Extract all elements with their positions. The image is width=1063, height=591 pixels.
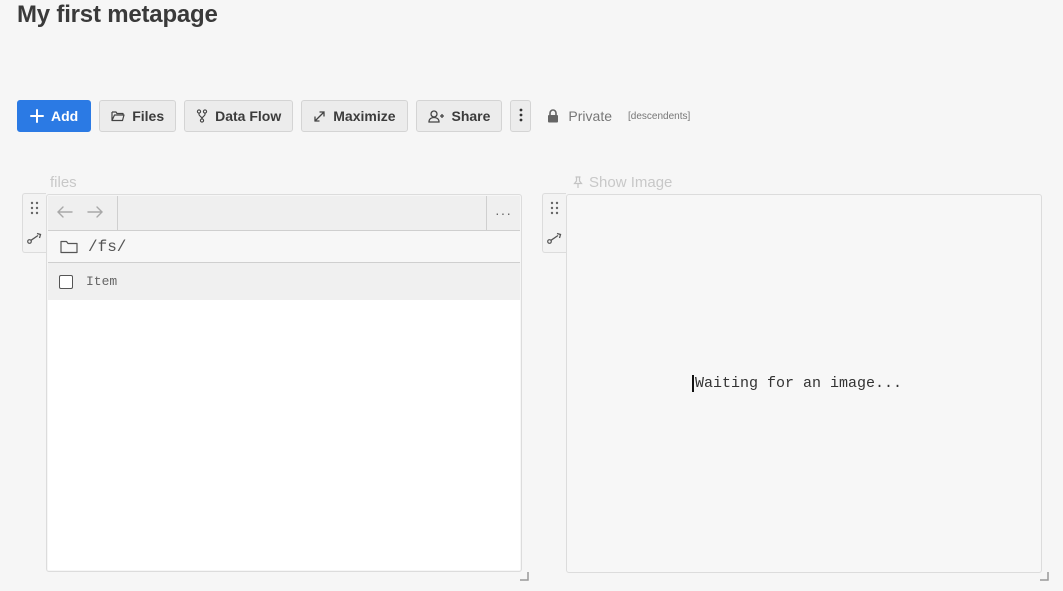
image-panel-title-text: Show Image <box>589 174 673 191</box>
pin-icon[interactable] <box>573 176 583 189</box>
more-options-button[interactable] <box>510 100 532 132</box>
resize-handle-icon[interactable] <box>1039 568 1049 581</box>
files-button-label: Files <box>132 108 165 124</box>
plus-icon <box>30 109 44 123</box>
files-panel-handle <box>22 193 46 253</box>
data-flow-button[interactable]: Data Flow <box>184 100 294 132</box>
files-panel-title: files <box>50 174 77 191</box>
image-panel: Waiting for an image... <box>566 194 1042 573</box>
file-browser-more-button[interactable]: ··· <box>486 196 520 230</box>
file-browser: ··· /fs/ Item <box>48 196 520 570</box>
data-flow-button-label: Data Flow <box>215 108 282 124</box>
expand-icon <box>313 110 326 123</box>
lock-icon <box>547 109 559 123</box>
files-panel: ··· /fs/ Item <box>46 194 522 572</box>
add-button-label: Add <box>51 108 79 124</box>
descendents-label: [descendents] <box>628 110 691 122</box>
file-list-header: Item <box>48 263 520 300</box>
arrow-left-icon[interactable] <box>56 204 74 222</box>
drag-handle-icon[interactable] <box>30 201 39 215</box>
share-button-label: Share <box>451 108 491 124</box>
page-title: My first metapage <box>17 1 218 28</box>
privacy-label: Private <box>568 108 612 124</box>
files-button[interactable]: Files <box>99 100 177 132</box>
file-browser-nav: ··· <box>48 196 520 231</box>
image-status-text: Waiting for an image... <box>692 375 902 392</box>
privacy-status[interactable]: Private <box>547 108 612 124</box>
branch-icon <box>196 109 208 123</box>
select-all-checkbox[interactable] <box>59 274 73 289</box>
toolbar: Add Files Data Flow Maximize Share Priva… <box>17 100 690 132</box>
connection-icon[interactable] <box>27 232 44 244</box>
maximize-button[interactable]: Maximize <box>301 100 408 132</box>
maximize-button-label: Maximize <box>333 108 396 124</box>
current-path: /fs/ <box>88 237 127 256</box>
nav-arrows <box>48 196 118 230</box>
arrow-right-icon[interactable] <box>86 204 104 222</box>
folder-open-icon <box>111 110 125 122</box>
connection-icon[interactable] <box>547 232 564 244</box>
image-panel-title: Show Image <box>573 174 672 191</box>
share-button[interactable]: Share <box>415 100 503 132</box>
user-plus-icon <box>427 109 445 123</box>
add-button[interactable]: Add <box>17 100 92 132</box>
image-panel-handle <box>542 193 566 253</box>
drag-handle-icon[interactable] <box>550 201 559 215</box>
path-bar: /fs/ <box>48 231 520 263</box>
resize-handle-icon[interactable] <box>519 568 529 581</box>
item-column-header: Item <box>86 274 118 289</box>
folder-icon <box>60 239 78 254</box>
kebab-icon <box>519 108 523 125</box>
